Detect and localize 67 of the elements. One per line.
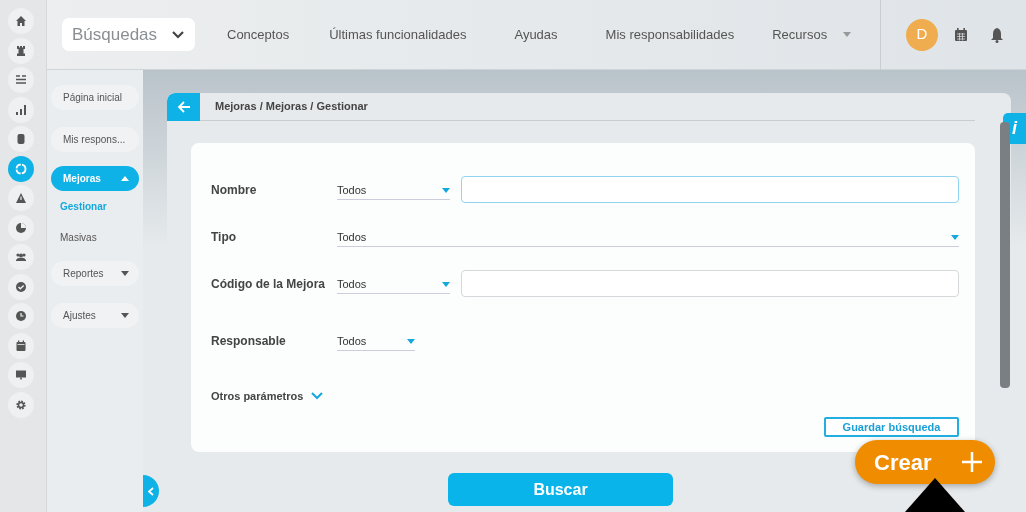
caret-icon: [843, 32, 852, 37]
select-field[interactable]: Todos: [337, 273, 450, 294]
chevron-down-icon: [311, 392, 324, 401]
rail-button[interactable]: [8, 214, 34, 241]
calendar-icon: [15, 339, 27, 352]
nav-link[interactable]: Conceptos: [227, 24, 290, 45]
calendar-icon[interactable]: [954, 28, 968, 43]
caret-icon: [121, 271, 129, 276]
field-label: Responsable: [211, 332, 287, 350]
caret-icon: [951, 234, 959, 240]
select-field[interactable]: Todos: [337, 330, 415, 351]
lines-icon: [15, 74, 27, 86]
notification-bell-icon[interactable]: [990, 27, 1004, 44]
pointer-triangle-icon: [905, 478, 965, 512]
caret-icon: [442, 281, 450, 287]
caret-icon: [407, 338, 415, 344]
rail-button[interactable]: [8, 67, 34, 93]
rail-button[interactable]: [8, 96, 34, 123]
check-circle-icon: [15, 280, 27, 293]
search-dropdown[interactable]: Búsquedas: [62, 18, 195, 51]
rail-button[interactable]: [8, 303, 34, 329]
sidebar-item[interactable]: Ajustes: [51, 303, 139, 328]
scrollbar-thumb[interactable]: [1000, 122, 1010, 388]
home-icon: [15, 15, 27, 27]
field-label: Nombre: [211, 181, 258, 199]
nav-link[interactable]: Últimas funcionalidades: [329, 24, 467, 45]
clock-icon: [15, 310, 27, 322]
warning-icon: [15, 192, 27, 204]
rail-button[interactable]: [8, 185, 34, 211]
rail-button[interactable]: [8, 244, 34, 270]
rail-button[interactable]: [8, 8, 34, 34]
caret-icon: [121, 176, 129, 181]
text-field[interactable]: [461, 270, 959, 297]
rail-button[interactable]: [8, 332, 34, 359]
arrow-left-icon: [176, 100, 191, 113]
database-icon: [15, 133, 27, 145]
submenu-item[interactable]: Masivas: [51, 230, 97, 245]
nav-link[interactable]: Recursos: [772, 24, 852, 45]
rail-button[interactable]: [8, 37, 34, 64]
more-params-toggle[interactable]: Otros parámetros: [211, 388, 324, 405]
field-label: Tipo: [211, 228, 238, 246]
breadcrumb: Mejoras / Mejoras / Gestionar: [215, 99, 368, 115]
select-field[interactable]: Todos: [337, 226, 959, 247]
chevron-left-icon: [148, 486, 154, 496]
caret-icon: [442, 187, 450, 193]
rail-button[interactable]: [8, 126, 34, 152]
sidebar-item[interactable]: Mis respons...: [51, 127, 139, 152]
gear-icon: [15, 398, 27, 411]
text-field[interactable]: [461, 176, 959, 203]
nav-link[interactable]: Ayudas: [514, 24, 558, 45]
caret-icon: [121, 313, 129, 318]
cycle-icon: [15, 162, 27, 175]
select-field[interactable]: Todos: [337, 179, 450, 200]
monitor-icon: [15, 369, 27, 381]
rail-button[interactable]: [8, 273, 34, 300]
rail-button[interactable]: [8, 391, 34, 418]
sidebar-item[interactable]: Página inicial: [51, 85, 139, 110]
chess-rook-icon: [15, 44, 27, 57]
users-icon: [15, 251, 27, 263]
chevron-down-icon: [171, 29, 185, 40]
field-label: Código de la Mejora: [211, 275, 326, 293]
nav-link[interactable]: Mis responsabilidades: [605, 24, 735, 45]
pie-chart-icon: [15, 221, 27, 234]
sidebar-item[interactable]: Reportes: [51, 261, 139, 286]
plus-icon: [961, 451, 983, 473]
rail-button[interactable]: [8, 362, 34, 388]
bar-chart-icon: [15, 103, 27, 116]
